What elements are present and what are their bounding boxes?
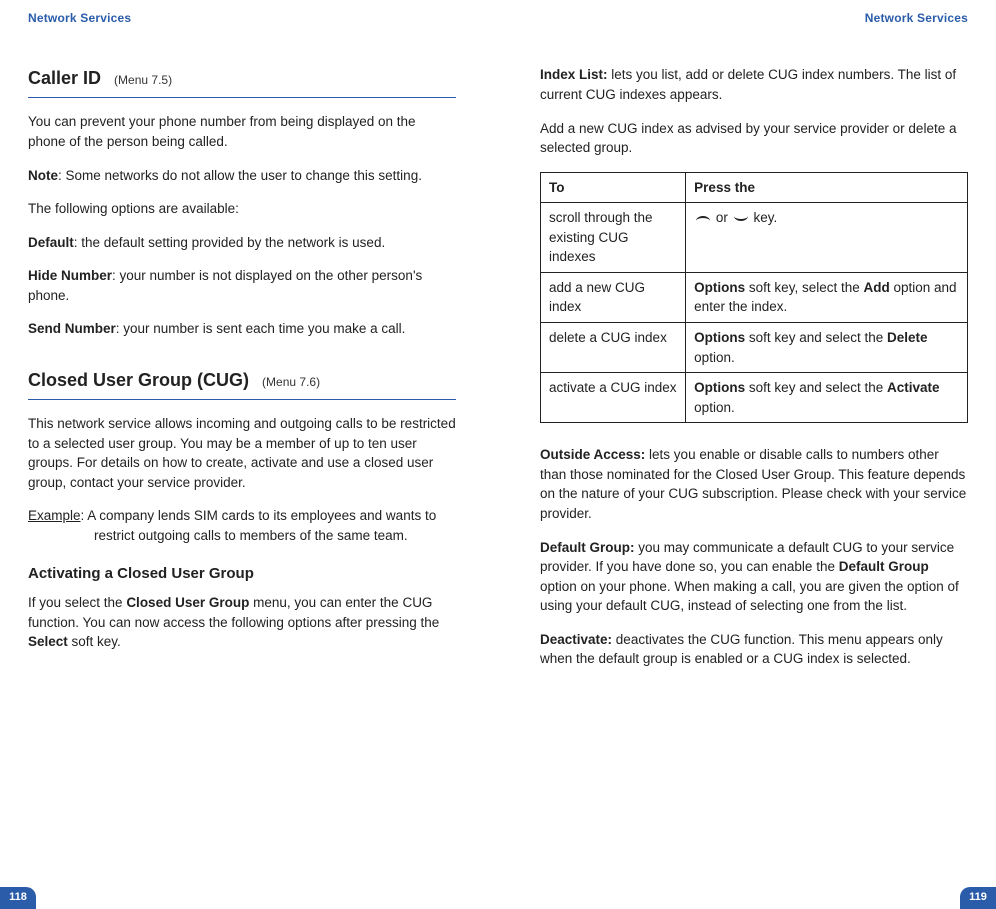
down-arc-icon bbox=[734, 216, 748, 221]
default-group-label: Default Group: bbox=[540, 540, 635, 555]
row1-mid: soft key, select the bbox=[745, 280, 863, 295]
note-text: : Some networks do not allow the user to… bbox=[58, 168, 422, 183]
row2-post: option. bbox=[694, 350, 735, 365]
default-text: : the default setting provided by the ne… bbox=[74, 235, 385, 250]
add-new-para: Add a new CUG index as advised by your s… bbox=[540, 119, 968, 158]
section-caller-id: Caller ID (Menu 7.5) bbox=[28, 65, 456, 98]
index-list-para: Index List: lets you list, add or delete… bbox=[540, 65, 968, 104]
row3-b1: Options bbox=[694, 380, 745, 395]
row3-b2: Activate bbox=[887, 380, 940, 395]
cell-press: Options soft key and select the Activate… bbox=[686, 373, 968, 423]
outside-label: Outside Access: bbox=[540, 447, 645, 462]
note-label: Note bbox=[28, 168, 58, 183]
cell-press: or key. bbox=[686, 203, 968, 273]
page-left: Network Services Caller ID (Menu 7.5) Yo… bbox=[0, 0, 498, 909]
row2-b1: Options bbox=[694, 330, 745, 345]
send-label: Send Number bbox=[28, 321, 116, 336]
option-hide: Hide Number: your number is not displaye… bbox=[28, 266, 456, 305]
default-group-post: option on your phone. When making a call… bbox=[540, 579, 959, 614]
header-right: Network Services bbox=[540, 10, 968, 27]
page-number-right: 119 bbox=[960, 887, 996, 909]
th-to: To bbox=[541, 172, 686, 203]
cell-to: scroll through the existing CUG indexes bbox=[541, 203, 686, 273]
activating-heading: Activating a Closed User Group bbox=[28, 563, 456, 585]
example-label: Example bbox=[28, 508, 81, 523]
row0-tail: key. bbox=[750, 210, 778, 225]
table-row: delete a CUG index Options soft key and … bbox=[541, 323, 968, 373]
cell-press: Options soft key and select the Delete o… bbox=[686, 323, 968, 373]
row1-b1: Options bbox=[694, 280, 745, 295]
outside-access-para: Outside Access: lets you enable or disab… bbox=[540, 445, 968, 523]
hide-label: Hide Number bbox=[28, 268, 112, 283]
row3-post: option. bbox=[694, 400, 735, 415]
send-text: : your number is sent each time you make… bbox=[116, 321, 406, 336]
table-row: scroll through the existing CUG indexes … bbox=[541, 203, 968, 273]
deactivate-para: Deactivate: deactivates the CUG function… bbox=[540, 630, 968, 669]
cug-actions-table: To Press the scroll through the existing… bbox=[540, 172, 968, 424]
activating-b1: Closed User Group bbox=[126, 595, 249, 610]
cell-to: activate a CUG index bbox=[541, 373, 686, 423]
activating-post: soft key. bbox=[68, 634, 121, 649]
caller-id-intro: You can prevent your phone number from b… bbox=[28, 112, 456, 151]
cug-title: Closed User Group (CUG) bbox=[28, 370, 249, 390]
row3-mid: soft key and select the bbox=[745, 380, 887, 395]
th-press: Press the bbox=[686, 172, 968, 203]
option-default: Default: the default setting provided by… bbox=[28, 233, 456, 253]
activating-text: If you select the Closed User Group menu… bbox=[28, 593, 456, 652]
option-send: Send Number: your number is sent each ti… bbox=[28, 319, 456, 339]
default-group-b: Default Group bbox=[839, 559, 929, 574]
table-header-row: To Press the bbox=[541, 172, 968, 203]
page-number-left: 118 bbox=[0, 887, 36, 909]
deactivate-label: Deactivate: bbox=[540, 632, 612, 647]
default-label: Default bbox=[28, 235, 74, 250]
cell-press: Options soft key, select the Add option … bbox=[686, 272, 968, 322]
caller-id-menu-ref: (Menu 7.5) bbox=[114, 73, 172, 87]
caller-id-note: Note: Some networks do not allow the use… bbox=[28, 166, 456, 186]
cell-to: add a new CUG index bbox=[541, 272, 686, 322]
row1-b2: Add bbox=[863, 280, 889, 295]
row2-mid: soft key and select the bbox=[745, 330, 887, 345]
options-lead: The following options are available: bbox=[28, 199, 456, 219]
default-group-para: Default Group: you may communicate a def… bbox=[540, 538, 968, 616]
activating-pre: If you select the bbox=[28, 595, 126, 610]
cell-to: delete a CUG index bbox=[541, 323, 686, 373]
table-row: activate a CUG index Options soft key an… bbox=[541, 373, 968, 423]
caller-id-title: Caller ID bbox=[28, 68, 101, 88]
page-right: Network Services Index List: lets you li… bbox=[498, 0, 996, 909]
cug-intro: This network service allows incoming and… bbox=[28, 414, 456, 492]
up-arc-icon bbox=[696, 216, 710, 221]
index-list-label: Index List: bbox=[540, 67, 608, 82]
header-left: Network Services bbox=[28, 10, 456, 27]
cug-example: Example: A company lends SIM cards to it… bbox=[28, 506, 456, 545]
section-cug: Closed User Group (CUG) (Menu 7.6) bbox=[28, 367, 456, 400]
table-row: add a new CUG index Options soft key, se… bbox=[541, 272, 968, 322]
row0-post: or bbox=[712, 210, 732, 225]
activating-b2: Select bbox=[28, 634, 68, 649]
example-text: : A company lends SIM cards to its emplo… bbox=[81, 508, 437, 543]
row2-b2: Delete bbox=[887, 330, 928, 345]
cug-menu-ref: (Menu 7.6) bbox=[262, 375, 320, 389]
